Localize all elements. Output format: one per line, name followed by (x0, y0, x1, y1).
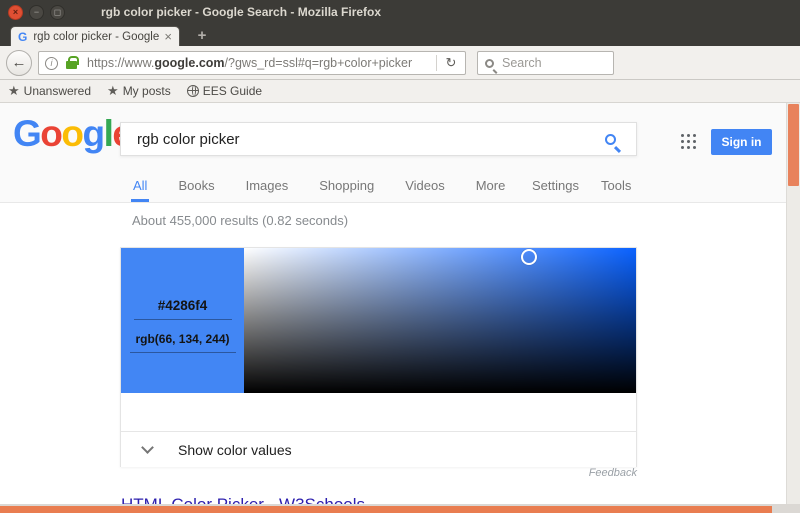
bookmark-unanswered[interactable]: ★ Unanswered (8, 83, 91, 99)
bookmark-label: Unanswered (24, 84, 91, 98)
bookmark-label: My posts (123, 84, 171, 98)
bookmark-my-posts[interactable]: ★ My posts (107, 83, 171, 99)
show-color-values-row[interactable]: Show color values (121, 432, 636, 467)
url-prefix: https://www. (87, 56, 154, 70)
tab-close-icon[interactable]: × (164, 31, 172, 43)
scrollbar-thumb[interactable] (788, 104, 799, 186)
saturation-value-gradient[interactable] (244, 248, 636, 393)
logo-letter: g (83, 113, 104, 154)
bookmarks-toolbar: ★ Unanswered ★ My posts EES Guide (0, 80, 800, 103)
https-lock-icon[interactable] (66, 61, 77, 69)
browser-tab[interactable]: G rgb color picker - Google × (10, 26, 180, 46)
star-icon: ★ (107, 83, 119, 99)
rgb-value: rgb(66, 134, 244) (130, 332, 236, 353)
tab-all[interactable]: All (131, 172, 149, 202)
search-query-text: rgb color picker (137, 131, 605, 148)
tab-tools[interactable]: Tools (601, 172, 631, 202)
globe-icon (187, 85, 199, 97)
url-text: https://www.google.com/?gws_rd=ssl#q=rgb… (87, 56, 436, 70)
tab-images[interactable]: Images (244, 172, 291, 202)
tab-videos[interactable]: Videos (403, 172, 447, 202)
search-placeholder: Search (502, 56, 542, 70)
close-window-button[interactable]: × (8, 5, 23, 20)
browser-window: × − ◻ rgb color picker - Google Search -… (0, 0, 800, 513)
search-icon[interactable] (485, 59, 494, 68)
page-info-icon[interactable]: i (45, 57, 58, 70)
tab-more[interactable]: More (474, 172, 508, 202)
result-menu-tabs: Settings Tools (532, 172, 631, 202)
feedback-link[interactable]: Feedback (120, 467, 637, 479)
window-title: rgb color picker - Google Search - Mozil… (101, 5, 381, 19)
gradient-marker[interactable] (521, 249, 537, 265)
google-header: Google rgb color picker Sign in All Book… (0, 103, 786, 203)
sign-in-button[interactable]: Sign in (711, 129, 772, 155)
color-swatch: #4286f4 rgb(66, 134, 244) (121, 248, 244, 393)
navigation-toolbar: ← i https://www.google.com/?gws_rd=ssl#q… (0, 46, 800, 80)
result-tabs: All Books Images Shopping Videos More (131, 172, 507, 202)
titlebar: × − ◻ rgb color picker - Google Search -… (0, 0, 800, 24)
show-color-values-label: Show color values (178, 442, 292, 458)
logo-letter: o (61, 113, 82, 154)
back-button[interactable]: ← (6, 50, 32, 76)
window-border-bar (0, 506, 772, 513)
result-stats: About 455,000 results (0.82 seconds) (132, 213, 348, 228)
google-search-input[interactable]: rgb color picker (120, 122, 637, 156)
google-favicon-icon: G (18, 30, 27, 44)
bookmark-ees-guide[interactable]: EES Guide (187, 84, 262, 98)
maximize-window-button[interactable]: ◻ (50, 5, 65, 20)
google-logo[interactable]: Google (13, 113, 131, 155)
chevron-down-icon[interactable] (141, 441, 154, 454)
window-border-corner (772, 506, 800, 513)
window-controls: × − ◻ (8, 5, 65, 20)
tab-shopping[interactable]: Shopping (317, 172, 376, 202)
google-apps-icon[interactable] (681, 134, 698, 151)
new-tab-button[interactable]: + (190, 27, 214, 45)
bookmark-label: EES Guide (203, 84, 262, 98)
tab-title: rgb color picker - Google (33, 31, 160, 43)
page-content: Google rgb color picker Sign in All Book… (0, 103, 800, 504)
reload-button[interactable]: ↻ (437, 55, 465, 71)
browser-search-field[interactable]: Search (477, 51, 614, 75)
google-search-icon[interactable] (605, 134, 616, 145)
hue-slider-row (121, 393, 636, 431)
hex-value: #4286f4 (134, 298, 232, 320)
url-domain: google.com (154, 56, 224, 70)
url-bar[interactable]: i https://www.google.com/?gws_rd=ssl#q=r… (38, 51, 466, 75)
tab-strip: G rgb color picker - Google × + (0, 24, 800, 46)
url-path: /?gws_rd=ssl#q=rgb+color+picker (225, 56, 413, 70)
color-picker-card: #4286f4 rgb(66, 134, 244) Show color val… (120, 247, 637, 467)
star-icon: ★ (8, 83, 20, 99)
tab-settings[interactable]: Settings (532, 172, 579, 202)
logo-letter: o (40, 113, 61, 154)
tab-books[interactable]: Books (176, 172, 216, 202)
result-link-clipped[interactable]: HTML Color Picker - W3Schools (121, 495, 365, 504)
logo-letter: G (13, 113, 40, 154)
minimize-window-button[interactable]: − (29, 5, 44, 20)
